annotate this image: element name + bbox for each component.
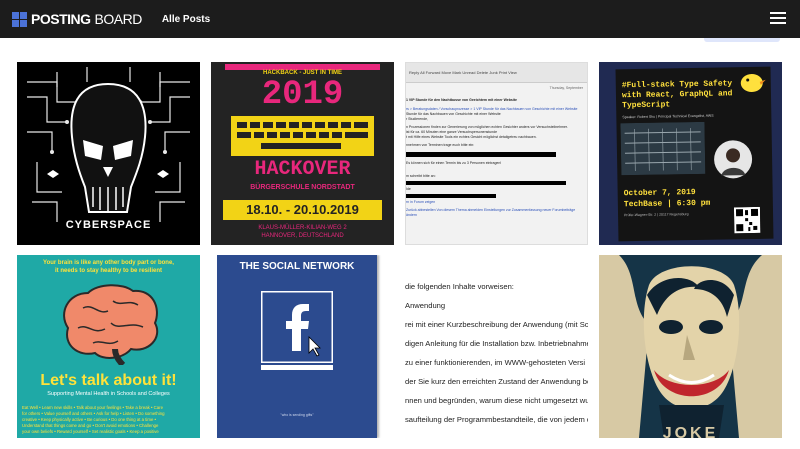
hackover-dates: 18.10. - 20.10.2019: [223, 200, 382, 220]
brain-intro-line1: Your brain is like any other body part o…: [43, 260, 174, 266]
skull-circuit-image: [27, 67, 190, 222]
post-card-email-screenshot[interactable]: Reply All Forward Move Mark Unread Delet…: [405, 62, 588, 245]
header-accent-bar: [704, 38, 780, 42]
email-footer-links: Zurück abbestellen Von diesem Thema abme…: [406, 208, 576, 217]
document-line: nnen und begründen, warum diese nicht um…: [405, 396, 588, 405]
joker-caption: JOKE: [662, 425, 719, 438]
brain-headline: Let's talk about it!: [40, 372, 177, 389]
top-navbar: POSTING BOARD Alle Posts: [0, 0, 800, 38]
document-line: der Sie kurz den erreichten Zustand der …: [405, 377, 588, 386]
techbase-time: TechBase | 6:30 pm: [623, 198, 711, 210]
grid-logo-icon: [12, 11, 27, 27]
hackover-address-line2: HANNOVER, DEUTSCHLAND: [261, 233, 344, 239]
speaker-avatar: [714, 140, 753, 179]
hackover-year: 2019: [261, 76, 344, 114]
building-photo: [620, 121, 706, 176]
post-card-joker[interactable]: JOKE: [599, 255, 782, 438]
email-line: nnehmen von Terminen trage euch bitte ei…: [406, 143, 475, 147]
keyboard-image: [231, 116, 374, 156]
qr-code-image: [733, 206, 761, 234]
email-line: Ide: [406, 187, 411, 191]
post-card-document[interactable]: die folgenden Inhalte vorweisen: Anwendu…: [405, 255, 588, 438]
document-line: Anwendung: [405, 301, 446, 310]
document-line: saufteilung der Programmbestandteile, di…: [405, 415, 588, 424]
document-line: zu einer funktionierenden, im WWW-gehost…: [405, 358, 586, 367]
hamburger-menu-icon[interactable]: [770, 12, 786, 24]
post-card-social-network[interactable]: THE SOCIAL NETWORK "who is sending gifts…: [211, 255, 394, 438]
brain-tip-line: your own beliefs • Reward yourself • Set…: [22, 429, 159, 434]
laptop-base: [261, 365, 333, 370]
hackover-address-line1: KLAUS-MÜLLER-KILIAN-WEG 2: [258, 225, 347, 231]
techbase-speaker: Speaker: Robert Shu | Principal Technica…: [622, 113, 714, 120]
facebook-logo-icon: [261, 291, 333, 363]
bird-mascot-icon: [740, 73, 766, 92]
joker-portrait-image: [599, 255, 782, 438]
brand-logo[interactable]: POSTING BOARD: [12, 11, 142, 27]
post-grid: CYBERSPACE HACKBACK - JUST IN TIME 2019 …: [17, 62, 782, 438]
brand-name-part1: POSTING: [31, 11, 91, 27]
post-card-cyberspace[interactable]: CYBERSPACE: [17, 62, 200, 245]
brain-illustration: [63, 284, 159, 365]
nav-link-all-posts[interactable]: Alle Posts: [162, 14, 210, 25]
post-card-mental-health[interactable]: Your brain is like any other body part o…: [17, 255, 200, 438]
post-card-techbase[interactable]: #Full-stack Type Safety with React, Grap…: [599, 62, 782, 245]
document-line: digen Anleitung für die Installation bzw…: [405, 339, 588, 348]
email-toolbar: Reply All Forward Move Mark Unread Delet…: [406, 63, 587, 83]
cyberspace-caption: CYBERSPACE: [65, 219, 152, 231]
techbase-address: Prüfer-Wagner-Str. 2 | 20117 Regensburg: [624, 212, 689, 218]
hackover-venue: BÜRGERSCHULE NORDSTADT: [250, 184, 355, 191]
techbase-title-line3: TypeScript: [622, 100, 671, 111]
techbase-title-line2: with React, GraphQL and: [621, 89, 733, 101]
social-tagline: "who is sending gifts": [280, 413, 314, 417]
techbase-poster: #Full-stack Type Safety with React, Grap…: [615, 66, 774, 242]
social-poster: THE SOCIAL NETWORK "who is sending gifts…: [217, 255, 377, 438]
brain-subline: Supporting Mental Health in Schools and …: [47, 391, 170, 397]
brand-name-part2: BOARD: [94, 11, 143, 27]
social-title: THE SOCIAL NETWORK: [239, 261, 355, 272]
brain-intro-line2: it needs to stay healthy to be resilient: [54, 268, 163, 274]
hackover-title: HACKOVER: [254, 158, 351, 181]
document-line: rei mit einer Kurzbeschreibung der Anwen…: [405, 320, 588, 329]
email-line: m schreibt bitte an:: [406, 174, 436, 178]
techbase-date: October 7, 2019: [623, 187, 696, 199]
post-card-hackover[interactable]: HACKBACK - JUST IN TIME 2019 HACKOVER BÜ…: [211, 62, 394, 245]
email-date: Thursday, September: [549, 86, 583, 90]
document-line: die folgenden Inhalte vorweisen:: [405, 282, 514, 291]
